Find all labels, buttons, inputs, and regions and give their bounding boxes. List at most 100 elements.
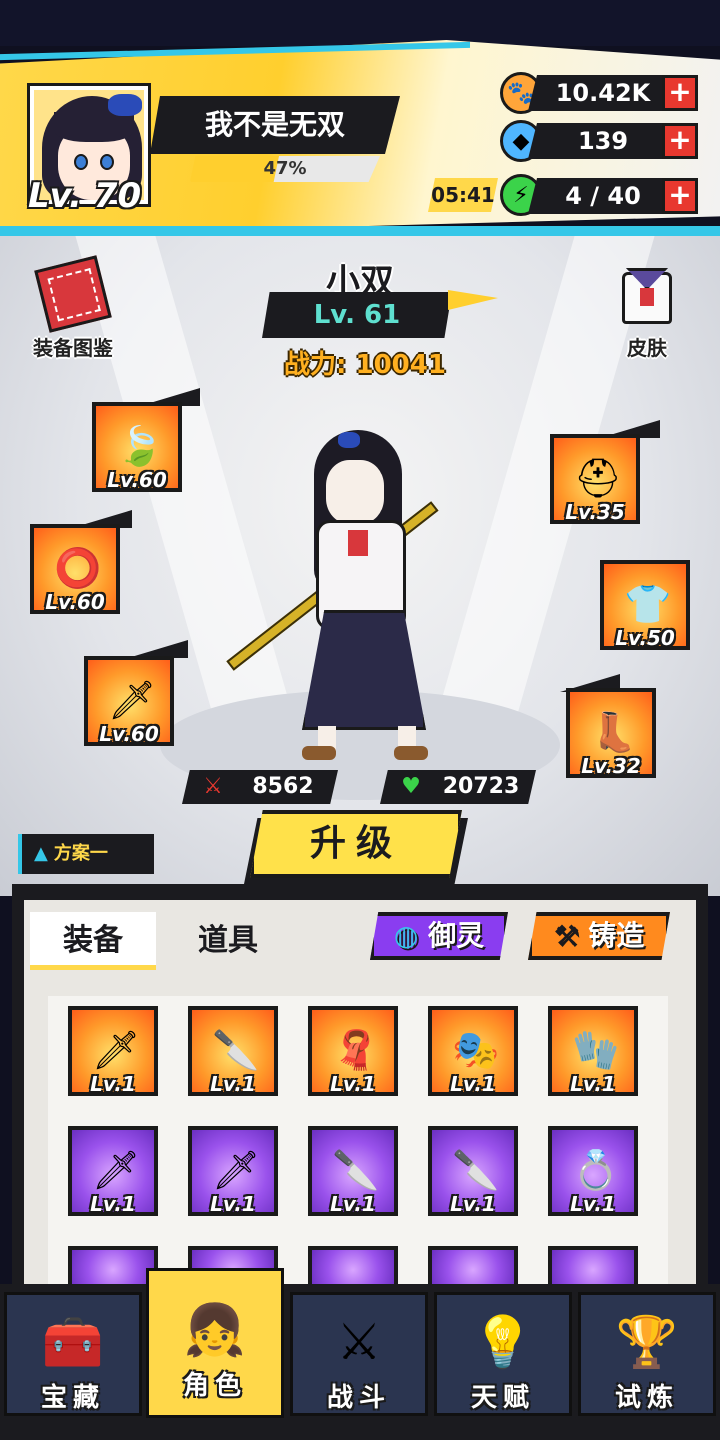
nav-character[interactable]: 👧 角色 bbox=[146, 1268, 284, 1418]
inventory-item[interactable]: 🔪 Lv.1 bbox=[428, 1126, 518, 1216]
avatar-eye-left bbox=[74, 154, 88, 170]
equipped-slot-right-1[interactable]: ⛑ Lv.35 bbox=[550, 434, 640, 524]
blue-boot-icon: 👢 bbox=[590, 709, 638, 754]
equipment-book-icon bbox=[34, 255, 112, 333]
nav-treasure[interactable]: 🧰 宝藏 bbox=[4, 1292, 142, 1416]
white-mask-icon: 🎭 bbox=[452, 1027, 500, 1072]
nav-battle[interactable]: ⚔ 战斗 bbox=[290, 1292, 428, 1416]
loadout-plan-tab[interactable]: ▲ 方案一 bbox=[18, 834, 154, 874]
paw-coin-count: 10.42K bbox=[528, 75, 678, 111]
white-blade-icon: 🔪 bbox=[452, 1147, 500, 1192]
hero-character[interactable] bbox=[226, 430, 480, 760]
green-blade-icon: 🗡 bbox=[91, 1147, 141, 1192]
inventory-item[interactable]: 🗡 Lv.1 bbox=[188, 1126, 278, 1216]
equipped-slot-left-3[interactable]: 🗡 Lv.60 bbox=[84, 656, 174, 746]
white-blade-icon: 🔪 bbox=[332, 1147, 380, 1192]
hp-value: 20723 bbox=[442, 774, 520, 799]
triangle-up-icon: ▲ bbox=[34, 843, 48, 864]
equipment-book-label: 装备图鉴 bbox=[33, 336, 113, 360]
red-scarf-icon: 🧣 bbox=[332, 1027, 380, 1072]
item-level: Lv.1 bbox=[570, 1072, 616, 1096]
avatar-ribbon bbox=[108, 94, 142, 116]
equipment-book-button[interactable]: 装备图鉴 bbox=[18, 255, 128, 361]
winged-sword-emblem-icon: 🏆 bbox=[615, 1312, 679, 1371]
crossed-swords-icon: ⚔ bbox=[336, 1313, 382, 1371]
nav-label: 试炼 bbox=[614, 1383, 679, 1413]
player-name[interactable]: 我不是无双 bbox=[150, 96, 400, 154]
jade-pendant-icon: 🍃 bbox=[116, 423, 164, 468]
avatar-eye-right bbox=[100, 154, 114, 170]
gem-count: 139 bbox=[528, 123, 678, 159]
skin-button[interactable]: 皮肤 bbox=[592, 262, 702, 361]
item-level: Lv.1 bbox=[570, 1192, 616, 1216]
silver-knife-icon: 🔪 bbox=[212, 1027, 260, 1072]
skin-label: 皮肤 bbox=[627, 336, 667, 360]
slot-level: Lv.32 bbox=[581, 754, 641, 778]
nav-label: 宝藏 bbox=[40, 1383, 105, 1413]
item-level: Lv.1 bbox=[450, 1072, 496, 1096]
heart-icon: ♥ bbox=[401, 774, 421, 799]
nav-label: 天赋 bbox=[470, 1383, 535, 1413]
energy-count: 4 / 40 bbox=[528, 178, 678, 214]
item-level: Lv.1 bbox=[90, 1192, 136, 1216]
spirit-swirl-icon: ◍ bbox=[393, 919, 419, 952]
helmet-icon: ⛑ bbox=[573, 455, 623, 500]
exp-percent: 47% bbox=[263, 158, 307, 179]
player-level: Lv. 70 bbox=[28, 176, 142, 216]
combat-power: 战力: 10041 bbox=[284, 350, 446, 380]
hp-stat: ♥ 20723 bbox=[380, 770, 536, 804]
hero-level: Lv. 61 bbox=[262, 292, 452, 338]
equipped-slot-left-2[interactable]: ⭕ Lv.60 bbox=[30, 524, 120, 614]
spirit-button[interactable]: ◍ 御灵 bbox=[370, 912, 508, 960]
inventory-item-partial[interactable] bbox=[428, 1246, 518, 1286]
top-status-strip bbox=[0, 0, 720, 46]
red-ring-icon: ⭕ bbox=[54, 545, 102, 590]
inventory-item[interactable]: 🧣 Lv.1 bbox=[308, 1006, 398, 1096]
nav-label: 战斗 bbox=[326, 1383, 391, 1413]
attack-value: 8562 bbox=[252, 774, 314, 799]
add-paw-coins-button[interactable]: + bbox=[662, 75, 698, 111]
item-level: Lv.1 bbox=[330, 1192, 376, 1216]
slot-level: Lv.60 bbox=[45, 590, 105, 614]
inventory-item[interactable]: 🎭 Lv.1 bbox=[428, 1006, 518, 1096]
add-gems-button[interactable]: + bbox=[662, 123, 698, 159]
attack-sword-icon: ⚔ bbox=[203, 774, 223, 799]
equipped-slot-right-2[interactable]: 👕 Lv.50 bbox=[600, 560, 690, 650]
nav-label: 角色 bbox=[182, 1371, 247, 1401]
inventory-item[interactable]: 🔪 Lv.1 bbox=[308, 1126, 398, 1216]
skin-outfit-icon bbox=[612, 262, 682, 326]
hammer-icon: ⚒ bbox=[553, 919, 579, 952]
lightbulb-icon: 💡 bbox=[471, 1312, 535, 1371]
inventory-item[interactable]: 💍 Lv.1 bbox=[548, 1126, 638, 1216]
forge-button[interactable]: ⚒ 铸造 bbox=[528, 912, 670, 960]
item-level: Lv.1 bbox=[330, 1072, 376, 1096]
nav-talent[interactable]: 💡 天赋 bbox=[434, 1292, 572, 1416]
inventory-item[interactable]: 🔪 Lv.1 bbox=[188, 1006, 278, 1096]
slot-level: Lv.60 bbox=[99, 722, 159, 746]
tab-equipment[interactable]: 装备 bbox=[30, 912, 156, 970]
forge-label: 铸造 bbox=[588, 919, 645, 952]
item-level: Lv.1 bbox=[450, 1192, 496, 1216]
inventory-item-partial[interactable] bbox=[308, 1246, 398, 1286]
equipped-slot-left-1[interactable]: 🍃 Lv.60 bbox=[92, 402, 182, 492]
inventory-item[interactable]: 🧤 Lv.1 bbox=[548, 1006, 638, 1096]
spirit-label: 御灵 bbox=[428, 919, 485, 952]
red-saber-icon: 🗡 bbox=[91, 1027, 141, 1072]
inventory-item[interactable]: 🗡 Lv.1 bbox=[68, 1006, 158, 1096]
inventory-item[interactable]: 🗡 Lv.1 bbox=[68, 1126, 158, 1216]
nav-trial[interactable]: 🏆 试炼 bbox=[578, 1292, 716, 1416]
inventory-item-partial[interactable] bbox=[548, 1246, 638, 1286]
golden-blade-icon: 🗡 bbox=[107, 677, 157, 722]
sailor-top-icon: 👕 bbox=[624, 581, 672, 626]
treasure-chest-icon: 🧰 bbox=[41, 1312, 105, 1371]
plan-label: 方案一 bbox=[53, 843, 108, 864]
item-level: Lv.1 bbox=[210, 1192, 256, 1216]
header-bottom-stripe bbox=[0, 226, 720, 236]
add-energy-button[interactable]: + bbox=[662, 178, 698, 214]
slot-level: Lv.35 bbox=[565, 500, 625, 524]
equipped-slot-right-3[interactable]: 👢 Lv.32 bbox=[566, 688, 656, 778]
inventory-item-partial[interactable] bbox=[68, 1246, 158, 1286]
upgrade-button[interactable]: 升级 bbox=[250, 810, 462, 878]
tab-items[interactable]: 道具 bbox=[168, 912, 288, 970]
dice-ring-icon: 💍 bbox=[572, 1147, 620, 1192]
